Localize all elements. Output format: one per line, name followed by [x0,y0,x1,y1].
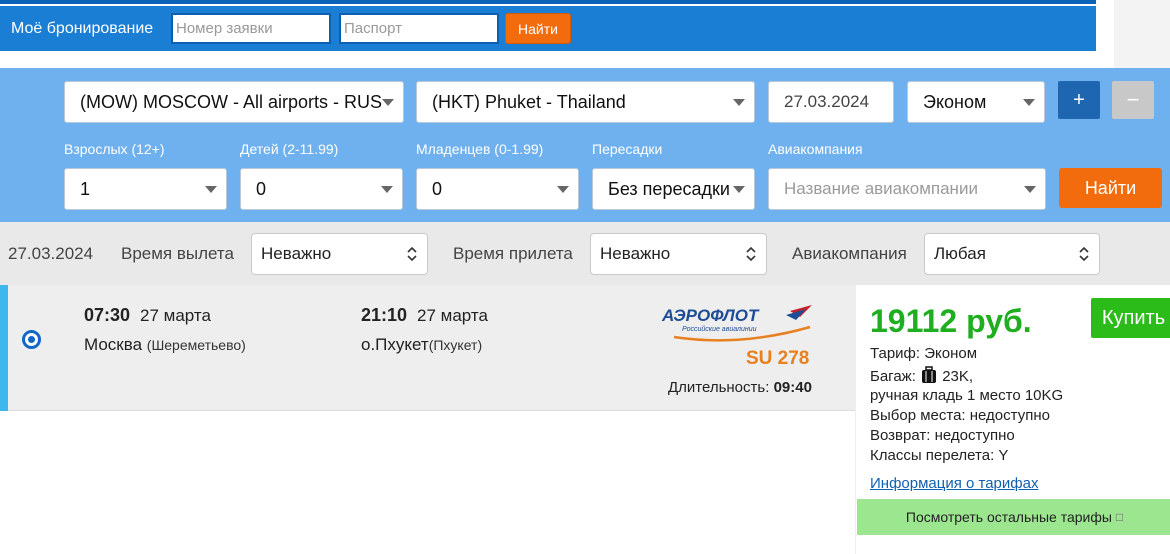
adults-select[interactable]: 1 [64,168,227,210]
date-input[interactable]: 27.03.2024 [768,81,894,123]
cabin-select[interactable]: Эконом [907,81,1045,123]
updown-chevron-icon [407,246,417,262]
filter-airline-select[interactable]: Любая [924,233,1100,275]
other-tariffs-label: Посмотреть остальные тарифы [905,509,1112,525]
chevron-down-icon [733,186,745,193]
transfers-value: Без пересадки [608,178,730,199]
baggage-line: Багаж: 23K, [870,366,973,385]
refund-line: Возврат: недоступно [870,427,1015,444]
flight-number: SU 278 [746,348,810,369]
price: 19112 руб. [870,303,1032,339]
infants-select[interactable]: 0 [416,168,579,210]
chevron-down-icon [381,186,393,193]
hand-luggage-line: ручная кладь 1 место 10KG [870,387,1064,404]
children-value: 0 [256,178,267,199]
chevron-down-icon [1024,186,1036,193]
chevron-down-icon [733,99,745,106]
departure-airport: (Шереметьево) [146,337,246,353]
suitcase-icon [922,366,937,383]
seat-choice-line: Выбор места: недоступно [870,407,1050,424]
search-find-button[interactable]: Найти [1059,168,1162,208]
destination-value: (HKT) Phuket - Thailand [432,91,626,112]
departure-city: Москва [84,335,143,354]
aeroflot-logo: АЭРОФЛОТ Российские авиалинии [661,305,812,342]
filter-date: 27.03.2024 [8,244,94,263]
airline-logo-subtext: Российские авиалинии [682,325,757,333]
tariff-info-link[interactable]: Информация о тарифах [870,475,1038,492]
add-segment-button[interactable]: + [1058,81,1100,119]
children-select[interactable]: 0 [240,168,403,210]
origin-select[interactable]: (MOW) MOSCOW - All airports - RUS [64,81,404,123]
departure-time: 07:30 [84,305,131,325]
top-divider [0,0,1096,4]
origin-value: (MOW) MOSCOW - All airports - RUS [80,91,382,112]
updown-chevron-icon [746,246,756,262]
booking-find-button[interactable]: Найти [505,13,571,44]
other-tariffs-button[interactable]: Посмотреть остальные тарифы □ [857,499,1170,535]
tariff-line: Тариф: Эконом [870,345,978,362]
filter-bar: 27.03.2024 Время вылета Неважно Время пр… [0,222,1170,285]
baggage-prefix: Багаж: [870,368,916,385]
date-value: 27.03.2024 [784,92,870,111]
infants-label: Младенцев (0-1.99) [416,141,544,157]
adults-label: Взрослых (12+) [64,141,165,157]
departure-time-label: Время вылета [121,244,234,263]
updown-chevron-icon [1079,246,1089,262]
expand-icon: □ [1115,510,1124,524]
children-label: Детей (2-11.99) [240,141,339,157]
arrival-time-select[interactable]: Неважно [590,233,767,275]
arrival-time-value: Неважно [600,244,671,263]
departure-city-line: Москва (Шереметьево) [84,335,246,355]
airline-placeholder: Название авиакомпании [784,179,978,198]
arrival-city-line: о.Пхукет(Пхукет) [361,335,482,355]
chevron-down-icon [205,186,217,193]
my-booking-bar: Моё бронирование Найти [0,6,1096,51]
cabin-value: Эконом [923,91,987,112]
my-booking-title: Моё бронирование [11,19,154,37]
arrival-airport: (Пхукет) [428,337,483,353]
arrival-city: о.Пхукет [361,335,429,354]
transfers-label: Пересадки [592,141,663,157]
duration-label: Длительность: [668,379,770,396]
transfers-select[interactable]: Без пересадки [592,168,755,210]
baggage-value: 23K, [942,368,974,385]
filter-airline-value: Любая [934,244,986,263]
classes-line: Классы перелета: Y [870,447,1009,464]
infants-value: 0 [432,178,443,199]
departure-date: 27 марта [140,306,211,325]
arrival-time: 21:10 [361,305,408,325]
duration-value: 09:40 [773,379,812,396]
chevron-down-icon [382,99,394,106]
order-number-input[interactable] [171,13,331,44]
destination-select[interactable]: (HKT) Phuket - Thailand [416,81,755,123]
airline-input[interactable]: Название авиакомпании [768,168,1046,210]
airline-logo-text: АЭРОФЛОТ [661,306,760,325]
flight-duration: Длительность: 09:40 [668,379,812,396]
airline-label: Авиакомпания [768,141,863,157]
flight-result-row[interactable]: 07:30 27 марта Москва (Шереметьево) 21:1… [0,285,855,411]
adults-value: 1 [80,178,91,199]
departure-time-value: Неважно [261,244,332,263]
price-panel: 19112 руб. Купить Тариф: Эконом Багаж: 2… [855,285,1170,554]
departure-time-select[interactable]: Неважно [251,233,428,275]
arrival-date: 27 марта [417,306,488,325]
buy-button[interactable]: Купить [1091,298,1170,338]
chevron-down-icon [1023,99,1035,106]
passport-input[interactable] [339,13,499,44]
chevron-down-icon [557,186,569,193]
remove-segment-button[interactable]: − [1112,81,1154,119]
arrival-time-label: Время прилета [453,244,573,263]
flight-select-radio[interactable] [22,330,41,349]
selected-accent-bar [0,285,8,411]
page: Моё бронирование Найти (MOW) MOSCOW - Al… [0,0,1170,554]
filter-airline-label: Авиакомпания [792,244,907,263]
